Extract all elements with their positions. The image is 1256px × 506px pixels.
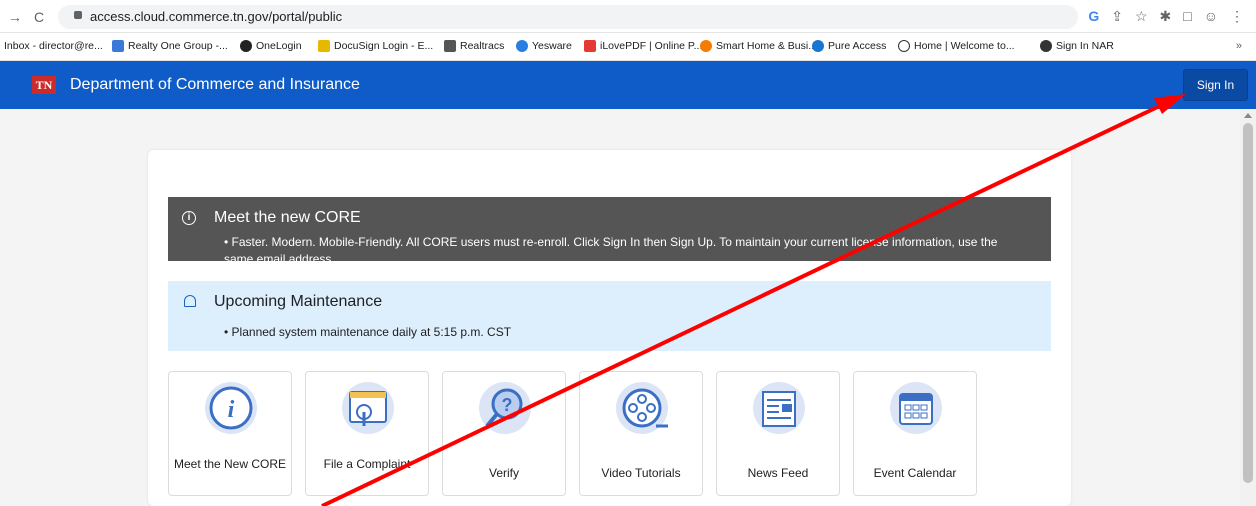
bookmark-item[interactable]: Inbox - director@re... [4, 40, 103, 52]
browser-actions: G ⇪ ☆ ✱ □ ☺ ⋮ [1088, 8, 1244, 25]
tile-label: Video Tutorials [601, 466, 681, 480]
tile-event-calendar[interactable]: Event Calendar [853, 371, 977, 496]
tile-verify[interactable]: ? Verify [442, 371, 566, 496]
bookmarks-more-button[interactable]: » [1236, 40, 1242, 52]
maintenance-alert-body: • Planned system maintenance daily at 5:… [224, 325, 512, 339]
sign-in-button[interactable]: Sign In [1183, 69, 1248, 101]
maintenance-alert: Upcoming Maintenance • Planned system ma… [168, 281, 1051, 351]
page-title: Department of Commerce and Insurance [70, 76, 360, 93]
tile-news-feed[interactable]: News Feed [716, 371, 840, 496]
core-alert-title: Meet the new CORE [214, 209, 361, 226]
tile-label: File a Complaint [323, 457, 411, 471]
url-text[interactable]: access.cloud.commerce.tn.gov/portal/publ… [90, 9, 342, 24]
tile-file-complaint[interactable]: File a Complaint [305, 371, 429, 496]
tn-logo[interactable]: TN [32, 76, 56, 94]
menu-icon[interactable]: ⋮ [1230, 8, 1244, 25]
svg-text:?: ? [502, 395, 513, 415]
google-icon[interactable]: G [1088, 8, 1099, 25]
scroll-up-icon[interactable] [1244, 113, 1252, 118]
window-icon[interactable]: □ [1183, 8, 1191, 25]
share-icon[interactable]: ⇪ [1111, 8, 1123, 25]
onelogin-icon [240, 40, 252, 52]
bookmark-item[interactable]: OneLogin [240, 40, 302, 52]
info-bubble-icon: i [205, 382, 257, 434]
realtracs-icon [444, 40, 456, 52]
tile-label: Verify [488, 466, 519, 480]
reload-icon[interactable]: C [34, 9, 44, 25]
tile-label: News Feed [747, 466, 809, 480]
pure-access-icon [812, 40, 824, 52]
calendar-icon [890, 382, 942, 434]
bookmark-item[interactable]: Home | Welcome to... [898, 40, 1015, 52]
newspaper-icon [753, 382, 805, 434]
bookmark-item[interactable]: iLovePDF | Online P... [584, 40, 702, 52]
bookmark-item[interactable]: Pure Access [812, 40, 886, 52]
nar-icon [1040, 40, 1052, 52]
extensions-icon[interactable]: ✱ [1160, 8, 1172, 25]
home-site-icon [898, 40, 910, 52]
docusign-icon [318, 40, 330, 52]
info-icon: i [182, 211, 196, 225]
bookmarks-bar: Inbox - director@re... Realty One Group … [0, 33, 1256, 61]
tile-video-tutorials[interactable]: Video Tutorials [579, 371, 703, 496]
app-header: TN Department of Commerce and Insurance … [0, 61, 1256, 109]
core-alert: i Meet the new CORE • Faster. Modern. Mo… [168, 197, 1051, 266]
lock-icon [74, 11, 82, 19]
yesware-icon [516, 40, 528, 52]
bell-icon [184, 295, 196, 307]
bookmark-item[interactable]: DocuSign Login - E... [318, 40, 433, 52]
maintenance-alert-title: Upcoming Maintenance [214, 293, 383, 310]
tile-label: Meet the New CORE [173, 457, 287, 471]
profile-avatar[interactable]: ☺ [1204, 8, 1218, 25]
complaint-hand-icon [342, 382, 394, 434]
realty-icon [112, 40, 124, 52]
smart-home-icon [700, 40, 712, 52]
magnifier-question-icon: ? [479, 382, 531, 434]
svg-text:i: i [228, 397, 235, 423]
bookmark-item[interactable]: Sign In NAR [1040, 40, 1114, 52]
ilovepdf-icon [584, 40, 596, 52]
scroll-thumb[interactable] [1243, 123, 1253, 483]
bookmark-item[interactable]: Smart Home & Busi... [700, 40, 817, 52]
browser-toolbar: → C access.cloud.commerce.tn.gov/portal/… [0, 0, 1256, 33]
scrollbar[interactable] [1240, 109, 1256, 506]
star-icon[interactable]: ☆ [1135, 8, 1148, 25]
tile-meet-new-core[interactable]: i Meet the New CORE [168, 371, 292, 496]
bookmark-item[interactable]: Realty One Group -... [112, 40, 228, 52]
bookmark-item[interactable]: Realtracs [444, 40, 504, 52]
film-reel-icon [616, 382, 668, 434]
bookmark-item[interactable]: Yesware [516, 40, 572, 52]
tile-label: Event Calendar [873, 466, 957, 480]
core-alert-body: • Faster. Modern. Mobile-Friendly. All C… [224, 235, 998, 266]
forward-icon[interactable]: → [8, 9, 22, 25]
